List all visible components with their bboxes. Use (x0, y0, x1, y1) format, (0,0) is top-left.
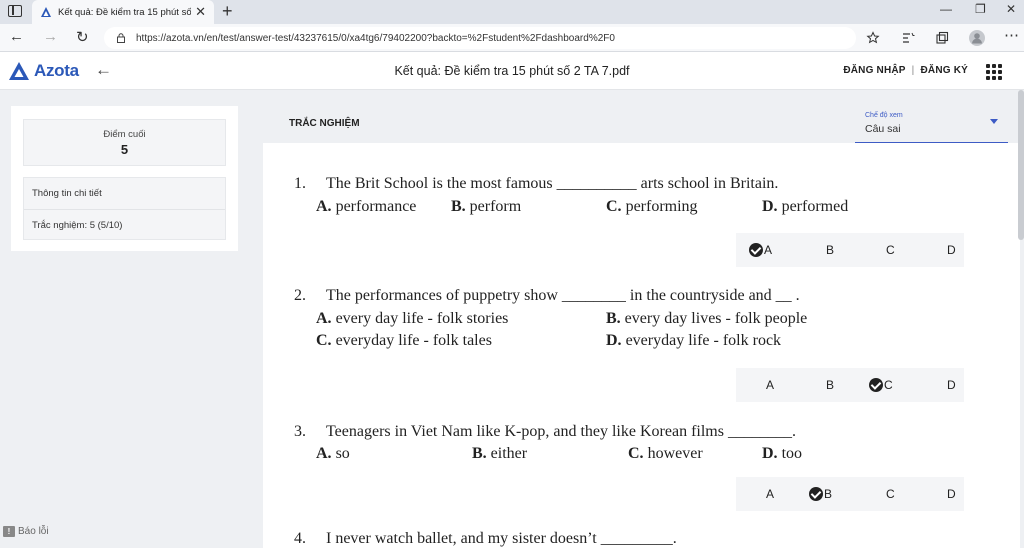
summary-panel: Điểm cuối 5 Thông tin chi tiết Trắc nghi… (11, 106, 238, 251)
answer-choices-q1: A B C D (736, 233, 964, 267)
question-text: Teenagers in Viet Nam like K-pop, and th… (326, 423, 796, 440)
question-number: 2. (294, 287, 306, 304)
check-circle-icon (809, 487, 823, 501)
question-text: The performances of puppetry show ______… (326, 287, 800, 304)
answer-a-selected[interactable]: A (749, 233, 772, 267)
question-text: The Brit School is the most famous _____… (326, 175, 779, 192)
option-a: A. every day life - folk stories (316, 310, 509, 327)
answer-a[interactable]: A (766, 477, 774, 511)
report-icon: ! (3, 526, 15, 537)
answer-c[interactable]: C (886, 233, 895, 267)
option-b: B. perform (451, 198, 522, 215)
minimize-icon[interactable]: — (940, 2, 952, 16)
question-number: 4. (294, 530, 306, 547)
more-options-icon[interactable]: ⋯ (1004, 26, 1019, 44)
close-window-icon[interactable]: ✕ (1006, 2, 1016, 16)
auth-separator: | (911, 65, 915, 76)
apps-grid-icon[interactable] (986, 64, 1002, 80)
bug-report-label: Báo lỗi (18, 526, 49, 537)
view-mode-value: Câu sai (865, 123, 901, 135)
view-mode-select[interactable]: Chế độ xem Câu sai (855, 105, 1008, 143)
option-d: D. performed (762, 198, 849, 215)
browser-tab[interactable]: Kết quả: Đề kiểm tra 15 phút số ✕ (32, 0, 214, 24)
app-header: Azota ← Kết quả: Đề kiểm tra 15 phút số … (0, 52, 1024, 90)
answer-b[interactable]: B (826, 368, 834, 402)
details-box: Thông tin chi tiết Trắc nghiệm: 5 (5/10) (23, 177, 226, 240)
option-a: A. so (316, 445, 350, 462)
back-icon[interactable]: ← (9, 28, 24, 45)
restore-icon[interactable]: ❐ (975, 2, 986, 16)
final-score-box: Điểm cuối 5 (23, 119, 226, 166)
answer-d[interactable]: D (947, 233, 956, 267)
favorites-icon[interactable] (901, 31, 915, 45)
details-title: Thông tin chi tiết (32, 188, 102, 199)
scrollbar[interactable] (1018, 90, 1024, 240)
refresh-icon[interactable]: ↻ (76, 28, 89, 46)
auth-links: ĐĂNG NHẬP | ĐĂNG KÝ (843, 65, 968, 76)
profile-avatar-icon[interactable] (969, 30, 985, 46)
question-number: 1. (294, 175, 306, 192)
register-link[interactable]: ĐĂNG KÝ (920, 65, 968, 76)
question-text: I never watch ballet, and my sister does… (326, 530, 677, 547)
tab-close-icon[interactable]: ✕ (195, 4, 206, 20)
option-c: C. performing (606, 198, 698, 215)
forward-icon[interactable]: → (43, 28, 58, 45)
option-b: B. every day lives - folk people (606, 310, 808, 327)
option-d: D. everyday life - folk rock (606, 332, 782, 349)
check-circle-icon (749, 243, 763, 257)
answer-a[interactable]: A (766, 368, 774, 402)
multiple-choice-result: Trắc nghiệm: 5 (5/10) (24, 209, 225, 240)
tab-title: Kết quả: Đề kiểm tra 15 phút số (58, 6, 192, 18)
option-b: B. either (472, 445, 528, 462)
final-score-label: Điểm cuối (103, 129, 146, 140)
section-title: TRẮC NGHIỆM (289, 118, 360, 129)
answer-choices-q3: A B C D (736, 477, 964, 511)
browser-tab-bar: Kết quả: Đề kiểm tra 15 phút số ✕ + — ❐ … (0, 0, 1024, 24)
azota-favicon-icon (41, 7, 51, 17)
url-text: https://azota.vn/en/test/answer-test/432… (136, 32, 615, 44)
lock-icon (117, 33, 125, 43)
bug-report-link[interactable]: ! Báo lỗi (3, 526, 49, 537)
new-tab-icon[interactable]: + (222, 0, 233, 22)
option-c: C. everyday life - folk tales (316, 332, 492, 349)
answer-b[interactable]: B (826, 233, 834, 267)
address-bar[interactable]: https://azota.vn/en/test/answer-test/432… (104, 27, 856, 49)
answer-c[interactable]: C (886, 477, 895, 511)
final-score-value: 5 (120, 142, 129, 157)
tab-actions-icon[interactable] (8, 5, 22, 17)
option-a: A. performance (316, 198, 417, 215)
answer-d[interactable]: D (947, 477, 956, 511)
check-circle-icon (869, 378, 883, 392)
option-d: D. too (762, 445, 803, 462)
answer-d[interactable]: D (947, 368, 956, 402)
browser-toolbar: ← → ↻ https://azota.vn/en/test/answer-te… (0, 24, 1024, 52)
login-link[interactable]: ĐĂNG NHẬP (843, 65, 905, 76)
question-number: 3. (294, 423, 306, 440)
answer-choices-q2: A B C D (736, 368, 964, 402)
favorite-add-icon[interactable] (866, 31, 880, 45)
collections-icon[interactable] (935, 31, 949, 45)
chevron-down-icon (990, 119, 998, 124)
answer-c-selected[interactable]: C (869, 368, 893, 402)
answer-b-selected[interactable]: B (809, 477, 832, 511)
option-c: C. however (628, 445, 703, 462)
view-mode-label: Chế độ xem (865, 112, 903, 119)
